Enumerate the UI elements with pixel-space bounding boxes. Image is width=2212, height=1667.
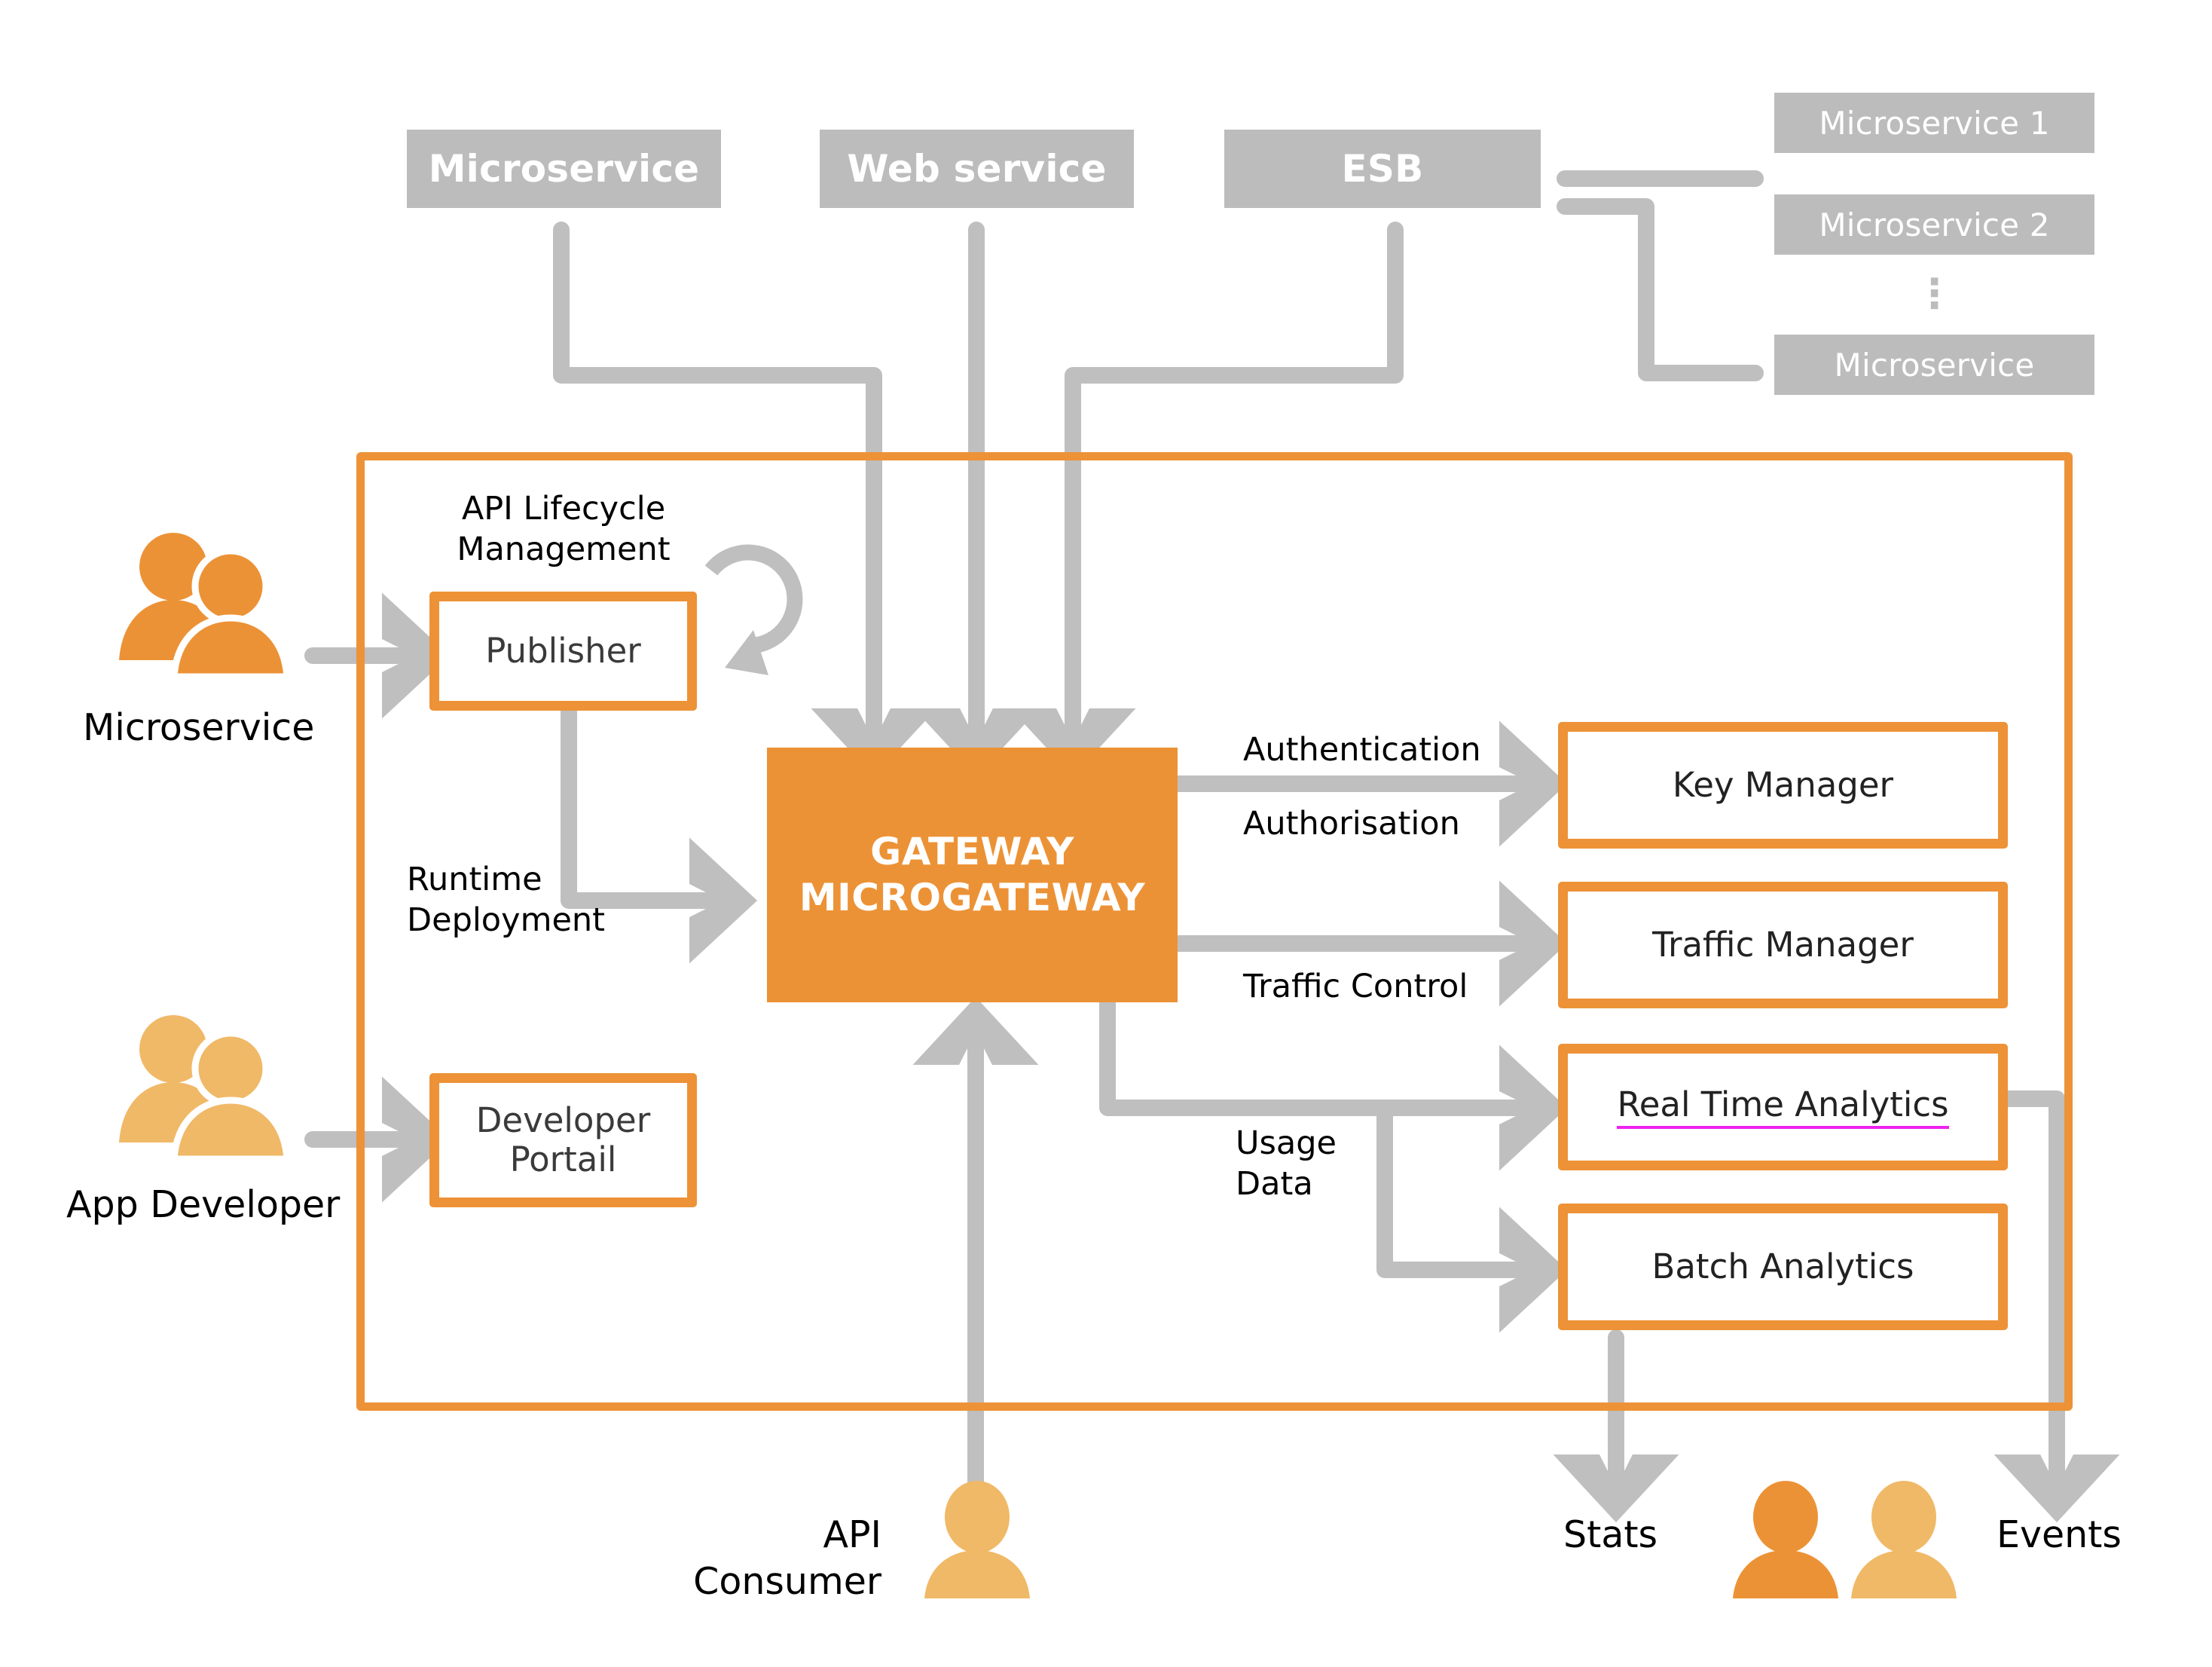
key-manager-box[interactable]: Key Manager: [1558, 722, 2008, 849]
traffic-manager-box-label: Traffic Manager: [1652, 924, 1914, 965]
line-esb-to-microservice-n: [1557, 198, 1764, 381]
esb-microservice-ellipsis: ⋮: [1774, 264, 2094, 324]
developer-portal-box[interactable]: Developer Portail: [429, 1073, 697, 1207]
source-box-microservice-label: Microservice: [428, 147, 700, 191]
batch-analytics-box-label: Batch Analytics: [1651, 1246, 1914, 1286]
gateway-title-line1: GATEWAY: [870, 830, 1074, 873]
esb-microservice-n-label: Microservice: [1834, 346, 2035, 384]
real-time-analytics-box[interactable]: Real Time Analytics: [1558, 1044, 2008, 1170]
esb-microservice-2[interactable]: Microservice 2: [1774, 194, 2094, 255]
publisher-box-label: Publisher: [485, 630, 641, 671]
people-icon: [119, 1015, 291, 1163]
microservice-actor-avatar: [110, 528, 306, 681]
people-icon: [1733, 1481, 1957, 1598]
gateway-microgateway-box[interactable]: GATEWAY MICROGATEWAY: [767, 748, 1178, 1002]
authentication-label: Authentication: [1243, 731, 1481, 769]
runtime-deployment-label: Runtime Deployment: [407, 861, 606, 940]
source-box-esb[interactable]: ESB: [1224, 130, 1541, 208]
traffic-control-label: Traffic Control: [1243, 968, 1468, 1005]
batch-analytics-box[interactable]: Batch Analytics: [1558, 1204, 2008, 1330]
esb-microservice-n[interactable]: Microservice: [1774, 335, 2094, 395]
app-developer-actor-avatar: [110, 1010, 306, 1163]
usage-data-label: Usage Data: [1236, 1124, 1337, 1204]
source-box-microservice[interactable]: Microservice: [407, 130, 721, 208]
stats-events-avatars: [1729, 1481, 1963, 1601]
people-icon: [119, 533, 291, 681]
microservice-actor-label: Microservice: [83, 706, 315, 749]
key-manager-box-label: Key Manager: [1672, 764, 1894, 805]
api-consumer-label: API Consumer: [693, 1513, 881, 1603]
source-box-web-service-label: Web service: [847, 147, 1107, 191]
gateway-title-line2: MICROGATEWAY: [799, 876, 1146, 919]
esb-microservice-1-label: Microservice 1: [1819, 104, 2050, 142]
stats-label: Stats: [1563, 1513, 1658, 1556]
source-box-esb-label: ESB: [1341, 147, 1424, 191]
real-time-analytics-box-label: Real Time Analytics: [1617, 1084, 1949, 1130]
traffic-manager-box[interactable]: Traffic Manager: [1558, 882, 2008, 1008]
publisher-box[interactable]: Publisher: [429, 592, 697, 711]
esb-microservice-1[interactable]: Microservice 1: [1774, 93, 2094, 153]
diagram-canvas: Microservice Web service ESB Microservic…: [0, 0, 2212, 1667]
events-label: Events: [1997, 1513, 2122, 1556]
authorisation-label: Authorisation: [1243, 805, 1460, 843]
api-lifecycle-management-label: API Lifecycle Management: [457, 490, 671, 569]
esb-microservice-ellipsis-glyph: ⋮: [1914, 269, 1955, 317]
esb-microservice-2-label: Microservice 2: [1819, 206, 2050, 243]
api-consumer-avatar: [923, 1481, 1032, 1601]
developer-portal-box-label: Developer Portail: [475, 1100, 651, 1179]
app-developer-actor-label: App Developer: [66, 1183, 341, 1226]
source-box-web-service[interactable]: Web service: [820, 130, 1134, 208]
person-icon: [924, 1481, 1030, 1598]
